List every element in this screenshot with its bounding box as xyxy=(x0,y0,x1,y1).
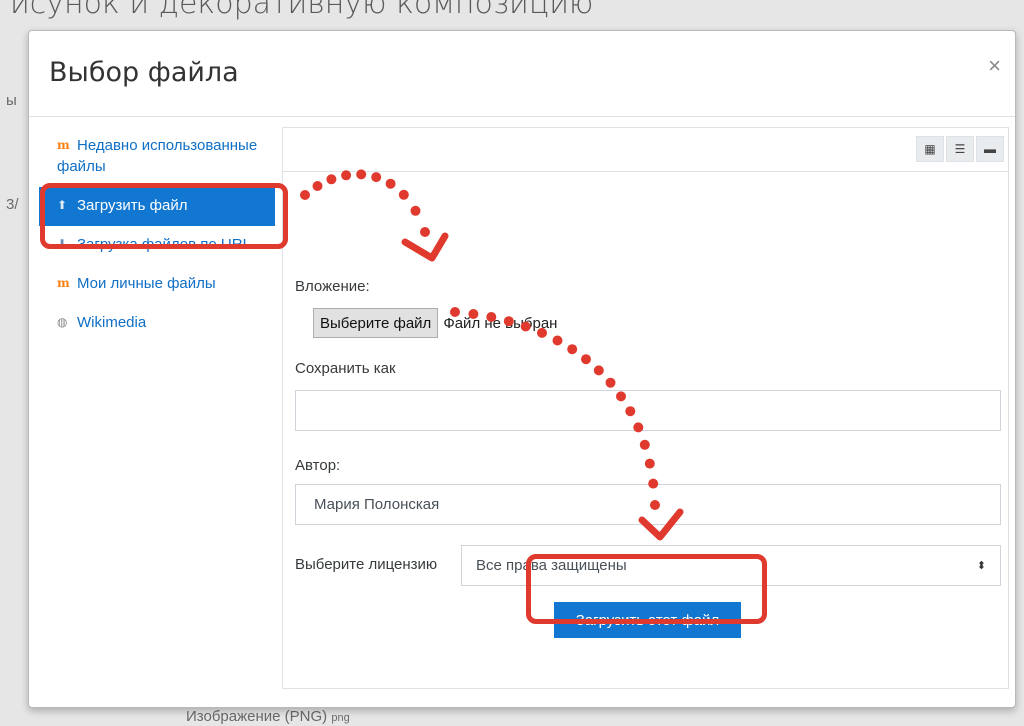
file-input-row: Выберите файл Файл не выбран xyxy=(313,308,557,338)
repo-item-label: Загрузка файлов по URL xyxy=(77,236,251,253)
upload-panel: ▦ ☰ ▬ Вложение: Выберите файл Файл не вы… xyxy=(282,127,1009,689)
repo-item-label: Недавно использованные файлы xyxy=(57,137,258,175)
grid-view-icon[interactable]: ▦ xyxy=(916,136,944,162)
view-mode-buttons: ▦ ☰ ▬ xyxy=(916,136,1004,162)
license-select[interactable]: Все права защищены ⬍ xyxy=(461,545,1001,586)
select-caret-icon: ⬍ xyxy=(976,560,986,572)
author-input[interactable] xyxy=(295,484,1001,525)
save-as-label: Сохранить как xyxy=(295,360,396,377)
url-download-icon: ⬇ xyxy=(57,237,68,251)
file-picker-dialog: Выбор файла × m Недавно использованные фа… xyxy=(28,30,1016,708)
save-as-input[interactable] xyxy=(295,390,1001,431)
moodle-icon: m xyxy=(57,276,70,290)
view-toolbar: ▦ ☰ ▬ xyxy=(283,128,1008,172)
folder-view-icon[interactable]: ▬ xyxy=(976,136,1004,162)
background-page-heading: исунок и декоративную композицию xyxy=(10,0,594,21)
repo-item-recent-files[interactable]: m Недавно использованные файлы xyxy=(39,127,275,187)
list-view-icon[interactable]: ☰ xyxy=(946,136,974,162)
close-icon[interactable]: × xyxy=(988,55,1001,77)
dialog-header: Выбор файла × xyxy=(29,31,1015,117)
repository-list: m Недавно использованные файлы ⬆ Загрузить… xyxy=(39,127,275,343)
file-status-text: Файл не выбран xyxy=(443,314,558,332)
upload-icon: ⬆ xyxy=(57,198,68,212)
moodle-icon: m xyxy=(57,138,70,152)
background-file-type-label: Изображение (PNG) xyxy=(186,708,328,725)
license-label: Выберите лицензию xyxy=(295,556,438,573)
author-label: Автор: xyxy=(295,457,341,474)
attachment-label: Вложение: xyxy=(295,278,370,295)
choose-file-button[interactable]: Выберите файл xyxy=(313,308,439,338)
background-text-fragment: ы xyxy=(6,92,17,109)
wikimedia-icon: ◍ xyxy=(57,315,68,329)
background-file-type: Изображение (PNG) png xyxy=(186,708,350,725)
background-text-fragment: 3/ xyxy=(6,196,19,213)
dialog-title: Выбор файла xyxy=(49,57,239,88)
repo-item-label: Wikimedia xyxy=(77,314,147,331)
repo-item-wikimedia[interactable]: ◍ Wikimedia xyxy=(39,304,275,343)
repo-item-label: Загрузить файл xyxy=(77,197,188,214)
repo-item-label: Мои личные файлы xyxy=(77,275,216,292)
upload-this-file-button[interactable]: Загрузить этот файл xyxy=(554,602,741,638)
repo-item-upload-file[interactable]: ⬆ Загрузить файл xyxy=(39,187,275,226)
license-selected-value: Все права защищены xyxy=(476,557,627,574)
repo-item-private-files[interactable]: m Мои личные файлы xyxy=(39,265,275,304)
repo-item-url-downloader[interactable]: ⬇ Загрузка файлов по URL xyxy=(39,226,275,265)
background-file-ext: png xyxy=(331,712,350,724)
